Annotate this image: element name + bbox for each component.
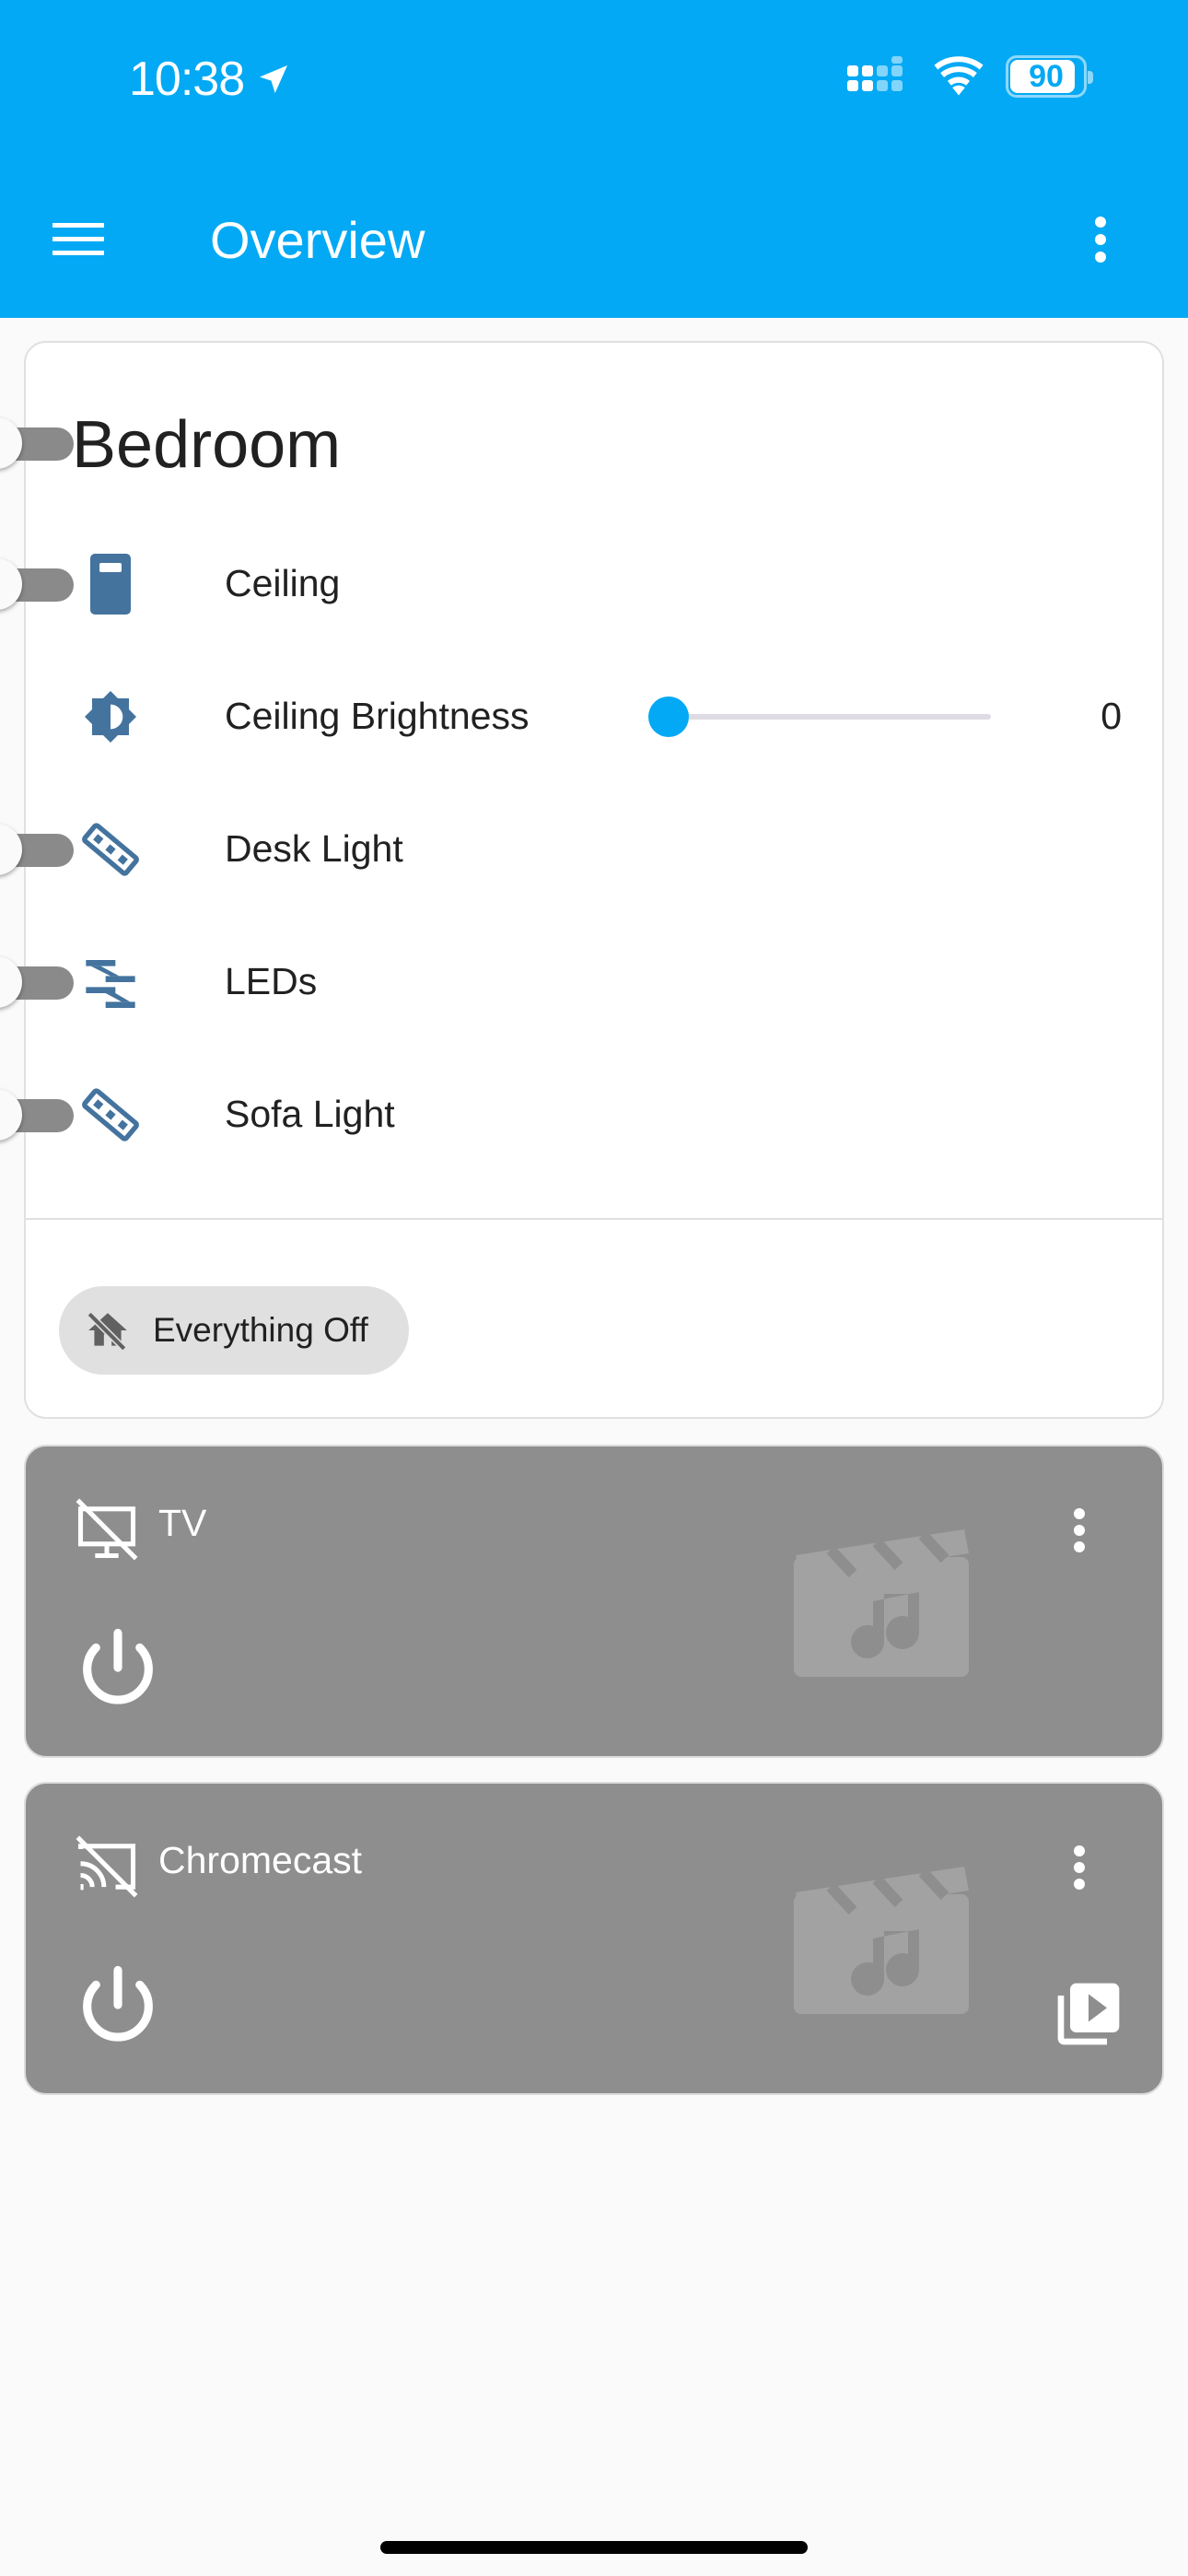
brightness-slider[interactable]	[648, 697, 991, 737]
sofa-light-toggle[interactable]	[0, 1089, 74, 1141]
entity-row-desk-light[interactable]: Desk Light	[0, 803, 1166, 896]
movie-music-icon	[794, 1529, 969, 1677]
app-header: 10:38 90 Overview	[0, 0, 1188, 318]
bedroom-master-toggle[interactable]	[0, 417, 74, 469]
battery-cap	[1088, 71, 1093, 84]
cast-off-icon	[76, 1835, 138, 1898]
browse-media-icon[interactable]	[1052, 1977, 1125, 2051]
entity-row-ceiling-brightness: Ceiling Brightness 0	[26, 671, 1166, 763]
led-strip-icon	[81, 1085, 140, 1144]
entity-row-leds[interactable]: LEDs	[0, 936, 1166, 1028]
tv-media-card[interactable]: TV	[24, 1445, 1164, 1758]
more-vertical-icon	[1074, 1845, 1085, 1890]
status-indicators: 90	[847, 55, 1093, 98]
chromecast-more-button[interactable]	[1061, 1835, 1098, 1900]
entity-label: Ceiling Brightness	[225, 695, 530, 737]
more-vertical-icon	[1095, 217, 1106, 263]
menu-button[interactable]	[46, 212, 111, 267]
card-divider	[26, 1218, 1162, 1220]
page-title: Overview	[210, 211, 425, 269]
slider-thumb[interactable]	[648, 697, 689, 737]
card-title: Bedroom	[72, 408, 342, 482]
leds-toggle[interactable]	[0, 956, 74, 1008]
movie-music-icon	[794, 1867, 969, 2014]
light-switch-icon	[81, 554, 140, 615]
toggle-thumb	[0, 558, 22, 610]
toggle-thumb	[0, 824, 22, 875]
entity-row-ceiling[interactable]: Ceiling	[0, 538, 1166, 630]
overflow-menu-button[interactable]	[1077, 207, 1124, 272]
entity-label: Desk Light	[225, 827, 403, 870]
brightness-value: 0	[1101, 695, 1122, 737]
toggle-thumb	[0, 1089, 22, 1141]
entity-label: Ceiling	[225, 562, 341, 604]
led-strip-icon	[81, 820, 140, 879]
media-player-name: TV	[158, 1502, 207, 1544]
toggle-thumb	[0, 417, 22, 469]
entity-label: LEDs	[225, 960, 318, 1002]
brightness-icon	[81, 687, 140, 746]
media-player-name: Chromecast	[158, 1839, 363, 1881]
location-arrow-icon	[260, 65, 288, 93]
chromecast-media-card[interactable]: Chromecast	[24, 1782, 1164, 2095]
toggle-thumb	[0, 956, 22, 1008]
entity-row-sofa-light[interactable]: Sofa Light	[0, 1069, 1166, 1161]
power-icon[interactable]	[72, 1959, 164, 2051]
home-off-icon	[87, 1311, 127, 1352]
ceiling-toggle[interactable]	[0, 558, 74, 610]
status-time-text: 10:38	[129, 53, 245, 106]
slider-track	[648, 714, 991, 720]
home-indicator[interactable]	[380, 2541, 808, 2554]
hamburger-menu-icon	[52, 223, 104, 255]
battery-percentage: 90	[1029, 58, 1064, 94]
status-time: 10:38	[129, 52, 292, 107]
wifi-icon	[934, 56, 984, 96]
tv-off-icon	[76, 1498, 138, 1561]
bedroom-card: Bedroom Ceiling Ceiling Brightness 0 Des…	[0, 341, 1166, 1419]
desk-light-toggle[interactable]	[0, 824, 74, 875]
signal-icon	[847, 56, 903, 91]
everything-off-label: Everything Off	[153, 1311, 368, 1349]
entity-label: Sofa Light	[225, 1093, 395, 1135]
more-vertical-icon	[1074, 1508, 1085, 1552]
tv-more-button[interactable]	[1061, 1498, 1098, 1563]
led-strip-variant-icon	[81, 953, 140, 1012]
everything-off-button[interactable]: Everything Off	[59, 1286, 409, 1375]
battery-indicator: 90	[1006, 55, 1093, 98]
power-icon[interactable]	[72, 1622, 164, 1714]
